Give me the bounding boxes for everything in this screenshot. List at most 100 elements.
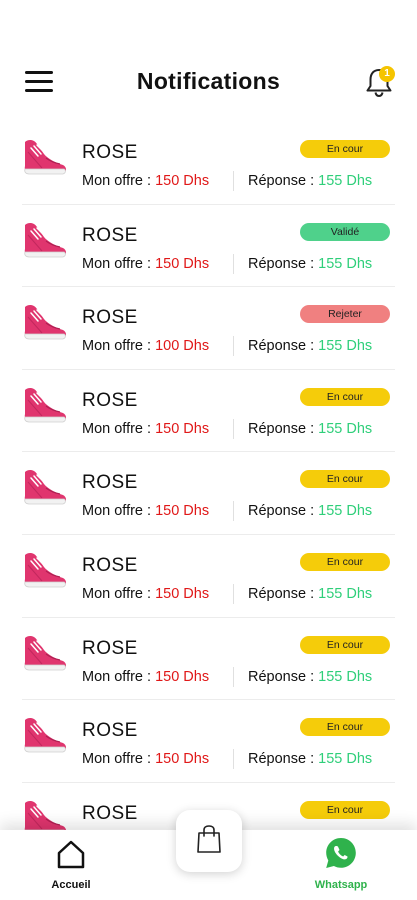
reply-label: Réponse :	[248, 338, 319, 355]
status-badge: En cour	[300, 140, 390, 158]
reply-label: Réponse :	[248, 173, 319, 189]
reply: Réponse : 155 Dhs	[248, 669, 372, 685]
divider	[233, 583, 234, 604]
offer-value: 150 Dhs	[155, 255, 210, 272]
notification-item[interactable]: ROSE Validé Mon offre : 150 Dhs Réponse …	[0, 205, 417, 288]
divider	[233, 749, 234, 770]
my-offer: Mon offre : 150 Dhs	[82, 503, 209, 519]
nav-whatsapp-label: Whatsapp	[314, 879, 368, 891]
product-name: ROSE	[82, 389, 138, 411]
shoe-thumbnail-icon	[22, 136, 68, 180]
reply: Réponse : 155 Dhs	[248, 503, 372, 519]
reply-label: Réponse :	[248, 751, 319, 768]
reply-value: 155 Dhs	[318, 338, 373, 355]
shoe-thumbnail-icon	[22, 301, 68, 345]
divider	[233, 253, 234, 274]
notification-badge: 1	[379, 66, 395, 82]
reply: Réponse : 155 Dhs	[248, 173, 372, 189]
offer-label: Mon offre :	[82, 751, 156, 768]
divider	[233, 666, 234, 687]
my-offer: Mon offre : 150 Dhs	[82, 421, 209, 437]
reply-value: 155 Dhs	[318, 751, 373, 768]
offer-label: Mon offre :	[82, 503, 156, 520]
status-badge: Rejeter	[300, 305, 390, 324]
status-badge: En cour	[300, 800, 390, 819]
reply: Réponse : 155 Dhs	[248, 256, 372, 272]
notification-item[interactable]: ROSE Rejeter Mon offre : 100 Dhs Réponse…	[0, 287, 417, 370]
nav-home-button[interactable]: Accueil	[40, 834, 102, 894]
reply: Réponse : 155 Dhs	[248, 421, 372, 437]
shoe-thumbnail-icon	[22, 384, 68, 428]
reply-label: Réponse :	[248, 420, 319, 437]
status-badge: En cour	[300, 470, 390, 489]
shoe-thumbnail-icon	[22, 632, 68, 676]
reply: Réponse : 155 Dhs	[248, 586, 372, 602]
reply-value: 155 Dhs	[318, 173, 373, 189]
offer-value: 150 Dhs	[155, 751, 210, 768]
notification-item[interactable]: ROSE En cour Mon offre : 150 Dhs Réponse…	[0, 618, 417, 701]
divider	[233, 171, 234, 191]
divider	[233, 336, 234, 357]
offer-value: 150 Dhs	[155, 173, 210, 189]
notification-item[interactable]: ROSE En cour Mon offre : 150 Dhs Réponse…	[0, 122, 417, 205]
product-name: ROSE	[82, 224, 138, 246]
offer-label: Mon offre :	[82, 420, 156, 437]
shoe-thumbnail-icon	[22, 549, 68, 593]
product-name: ROSE	[82, 307, 138, 329]
bell-icon[interactable]: 1	[364, 66, 396, 98]
shoe-thumbnail-icon	[22, 219, 68, 263]
offer-label: Mon offre :	[82, 338, 156, 355]
my-offer: Mon offre : 150 Dhs	[82, 586, 209, 602]
shopping-bag-icon	[197, 825, 221, 853]
notification-item[interactable]: ROSE En cour Mon offre : 150 Dhs Réponse…	[0, 700, 417, 783]
product-name: ROSE	[82, 142, 138, 163]
reply-label: Réponse :	[248, 668, 319, 685]
offer-label: Mon offre :	[82, 173, 156, 189]
shoe-thumbnail-icon	[22, 466, 68, 510]
my-offer: Mon offre : 150 Dhs	[82, 173, 209, 189]
reply-label: Réponse :	[248, 503, 319, 520]
my-offer: Mon offre : 150 Dhs	[82, 256, 209, 272]
product-name: ROSE	[82, 637, 138, 659]
status-badge: En cour	[300, 718, 390, 737]
reply-value: 155 Dhs	[318, 668, 373, 685]
reply-value: 155 Dhs	[318, 585, 373, 602]
status-badge: En cour	[300, 635, 390, 654]
offer-label: Mon offre :	[82, 585, 156, 602]
status-badge: Validé	[300, 222, 390, 241]
notification-item[interactable]: ROSE En cour Mon offre : 150 Dhs Réponse…	[0, 535, 417, 618]
whatsapp-icon	[326, 838, 356, 868]
notification-item[interactable]: ROSE En cour Mon offre : 150 Dhs Réponse…	[0, 370, 417, 453]
shoe-thumbnail-icon	[22, 714, 68, 758]
status-badge: En cour	[300, 552, 390, 571]
my-offer: Mon offre : 150 Dhs	[82, 669, 209, 685]
reply: Réponse : 155 Dhs	[248, 338, 372, 354]
product-name: ROSE	[82, 720, 138, 742]
divider	[233, 501, 234, 522]
reply: Réponse : 155 Dhs	[248, 751, 372, 767]
notification-list: ROSE En cour Mon offre : 150 Dhs Réponse…	[0, 122, 417, 866]
product-name: ROSE	[82, 554, 138, 576]
reply-value: 155 Dhs	[318, 255, 373, 272]
my-offer: Mon offre : 150 Dhs	[82, 751, 209, 767]
reply-value: 155 Dhs	[318, 420, 373, 437]
offer-label: Mon offre :	[82, 255, 156, 272]
page-title: Notifications	[136, 68, 281, 94]
app-header: Notifications 1	[0, 60, 417, 104]
nav-home-label: Accueil	[51, 879, 91, 891]
nav-whatsapp-button[interactable]: Whatsapp	[306, 834, 376, 894]
divider	[233, 418, 234, 439]
my-offer: Mon offre : 100 Dhs	[82, 338, 209, 354]
offer-label: Mon offre :	[82, 668, 156, 685]
notification-item[interactable]: ROSE En cour Mon offre : 150 Dhs Réponse…	[0, 452, 417, 535]
reply-label: Réponse :	[248, 585, 319, 602]
cart-button[interactable]	[176, 810, 242, 872]
reply-label: Réponse :	[248, 255, 319, 272]
offer-value: 150 Dhs	[155, 668, 210, 685]
offer-value: 150 Dhs	[155, 420, 210, 437]
home-icon	[57, 840, 85, 869]
product-name: ROSE	[82, 802, 138, 824]
product-name: ROSE	[82, 472, 138, 494]
offer-value: 150 Dhs	[155, 503, 210, 520]
offer-value: 150 Dhs	[155, 585, 210, 602]
